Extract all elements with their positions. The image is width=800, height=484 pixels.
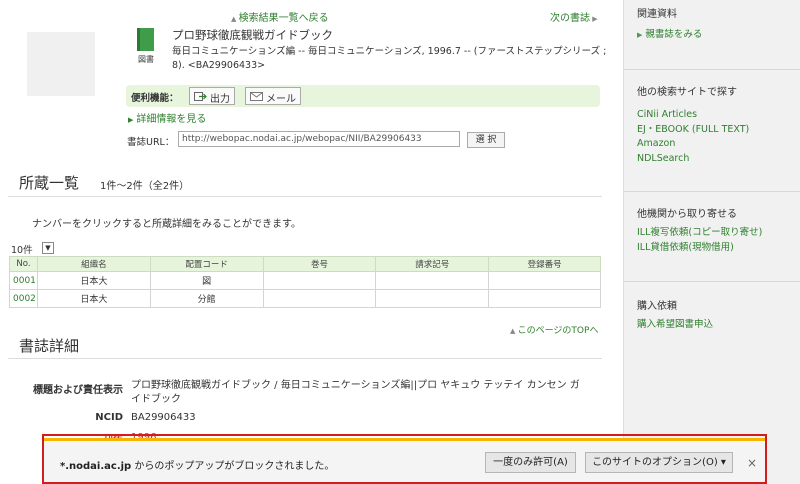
col-header: No. [9, 256, 38, 272]
popup-site: *.nodai.ac.jp [60, 461, 132, 472]
sidebar-ill-title: 他機関から取り寄せる [637, 209, 737, 220]
divider [8, 196, 602, 197]
book-type-label: 図書 [138, 54, 154, 64]
close-icon[interactable]: × [747, 456, 757, 470]
cinii-link[interactable]: CiNii Articles [637, 109, 697, 120]
table-cell [488, 289, 601, 308]
sidebar-other-search-title: 他の検索サイトで探す [637, 87, 737, 98]
book-description: 毎日コミュニケーションズ編 -- 毎日コミュニケーションズ, 1996.7 --… [172, 46, 607, 71]
table-header-row: No. 組織名 配置コード 巻号 請求記号 登録番号 [9, 256, 601, 272]
tools-bar: 便利機能： 出力 メール [126, 85, 600, 107]
mail-button[interactable]: メール [245, 87, 301, 105]
table-cell: 図 [149, 271, 264, 290]
field-key-ncid: NCID [95, 412, 123, 423]
holding-number-link[interactable]: 0002 [9, 289, 38, 308]
amazon-link[interactable]: Amazon [637, 138, 675, 149]
sidebar-ill: 他機関から取り寄せる ILL複写依頼(コピー取り寄せ) ILL貸借依頼(現物借用… [624, 192, 800, 282]
holdings-hint: ナンバーをクリックすると所蔵詳細をみることができます。 [32, 219, 301, 230]
table-cell [262, 289, 377, 308]
col-header: 組織名 [36, 256, 151, 272]
col-header: 登録番号 [488, 256, 601, 272]
per-page-select[interactable]: 10件 [11, 242, 33, 256]
output-icon [194, 92, 207, 101]
chevron-down-icon[interactable]: ▼ [42, 242, 54, 254]
table-cell [488, 271, 601, 290]
book-title: プロ野球徹底観戦ガイドブック [172, 28, 333, 42]
ejournal-link[interactable]: EJ・EBOOK (FULL TEXT) [637, 124, 749, 135]
col-header: 巻号 [262, 256, 377, 272]
ill-copy-link[interactable]: ILL複写依頼(コピー取り寄せ) [637, 227, 762, 238]
col-header: 請求記号 [375, 256, 490, 272]
bib-detail-heading: 書誌詳細 [19, 337, 80, 355]
holdings-count: 1件〜2件（全2件） [100, 181, 190, 192]
table-cell [262, 271, 377, 290]
popup-blocked-bar: *.nodai.ac.jp からのポップアップがブロックされました。 一度のみ許… [44, 438, 765, 482]
main-content: 検索結果一覧へ戻る 次の書誌 図書 プロ野球徹底観戦ガイドブック 毎日コミュニケ… [0, 0, 610, 484]
table-cell: 分館 [149, 289, 264, 308]
book-thumbnail [27, 32, 95, 96]
table-cell [375, 289, 490, 308]
back-to-results-link[interactable]: 検索結果一覧へ戻る [231, 9, 329, 24]
site-options-button[interactable]: このサイトのオプション(O) ▾ [585, 452, 733, 473]
sidebar-related: 関連資料 親書誌をみる [624, 0, 800, 70]
table-cell [375, 271, 490, 290]
select-url-button[interactable]: 選 択 [467, 132, 505, 148]
book-icon: 図書 [134, 28, 158, 66]
table-row: 0001 日本大 図 [9, 271, 601, 290]
output-button[interactable]: 出力 [189, 87, 235, 105]
table-cell: 日本大 [36, 289, 151, 308]
url-label: 書誌URL： [127, 137, 175, 148]
field-key-title: 標題および責任表示 [33, 385, 123, 396]
allow-once-button[interactable]: 一度のみ許可(A) [485, 452, 576, 473]
tools-label: 便利機能： [131, 93, 179, 104]
holding-number-link[interactable]: 0001 [9, 271, 38, 290]
sidebar-purchase: 購入依頼 購入希望図書申込 [624, 282, 800, 352]
purchase-request-link[interactable]: 購入希望図書申込 [637, 319, 713, 330]
field-value-title: プロ野球徹底観戦ガイドブック / 毎日コミュニケーションズ編||プロ ヤキュウ … [131, 380, 580, 405]
next-record-link[interactable]: 次の書誌 [550, 9, 598, 24]
bib-url-field[interactable]: http://webopac.nodai.ac.jp/webopac/NII/B… [178, 131, 460, 147]
detail-info-link[interactable]: 詳細情報を見る [128, 110, 206, 125]
divider [8, 358, 602, 359]
col-header: 配置コード [149, 256, 264, 272]
sidebar: 関連資料 親書誌をみる 他の検索サイトで探す CiNii Articles EJ… [623, 0, 800, 484]
ill-loan-link[interactable]: ILL貸借依頼(現物借用) [637, 242, 734, 253]
parent-record-link[interactable]: 親書誌をみる [637, 29, 702, 40]
popup-text: からのポップアップがブロックされました。 [131, 461, 335, 472]
ndlsearch-link[interactable]: NDLSearch [637, 153, 689, 164]
sidebar-related-title: 関連資料 [637, 9, 677, 20]
mail-icon [250, 92, 263, 101]
page-top-link[interactable]: このページのTOPへ [510, 323, 599, 336]
holdings-heading: 所蔵一覧 [19, 174, 80, 192]
field-value-ncid: BA29906433 [131, 412, 196, 423]
table-row: 0002 日本大 分館 [9, 289, 601, 308]
sidebar-other-search: 他の検索サイトで探す CiNii Articles EJ・EBOOK (FULL… [624, 70, 800, 192]
holdings-table: No. 組織名 配置コード 巻号 請求記号 登録番号 0001 日本大 図 00… [9, 256, 601, 308]
mail-label: メール [266, 94, 296, 105]
output-label: 出力 [210, 94, 230, 105]
table-cell: 日本大 [36, 271, 151, 290]
sidebar-purchase-title: 購入依頼 [637, 301, 677, 312]
popup-message: *.nodai.ac.jp からのポップアップがブロックされました。 [60, 457, 334, 472]
